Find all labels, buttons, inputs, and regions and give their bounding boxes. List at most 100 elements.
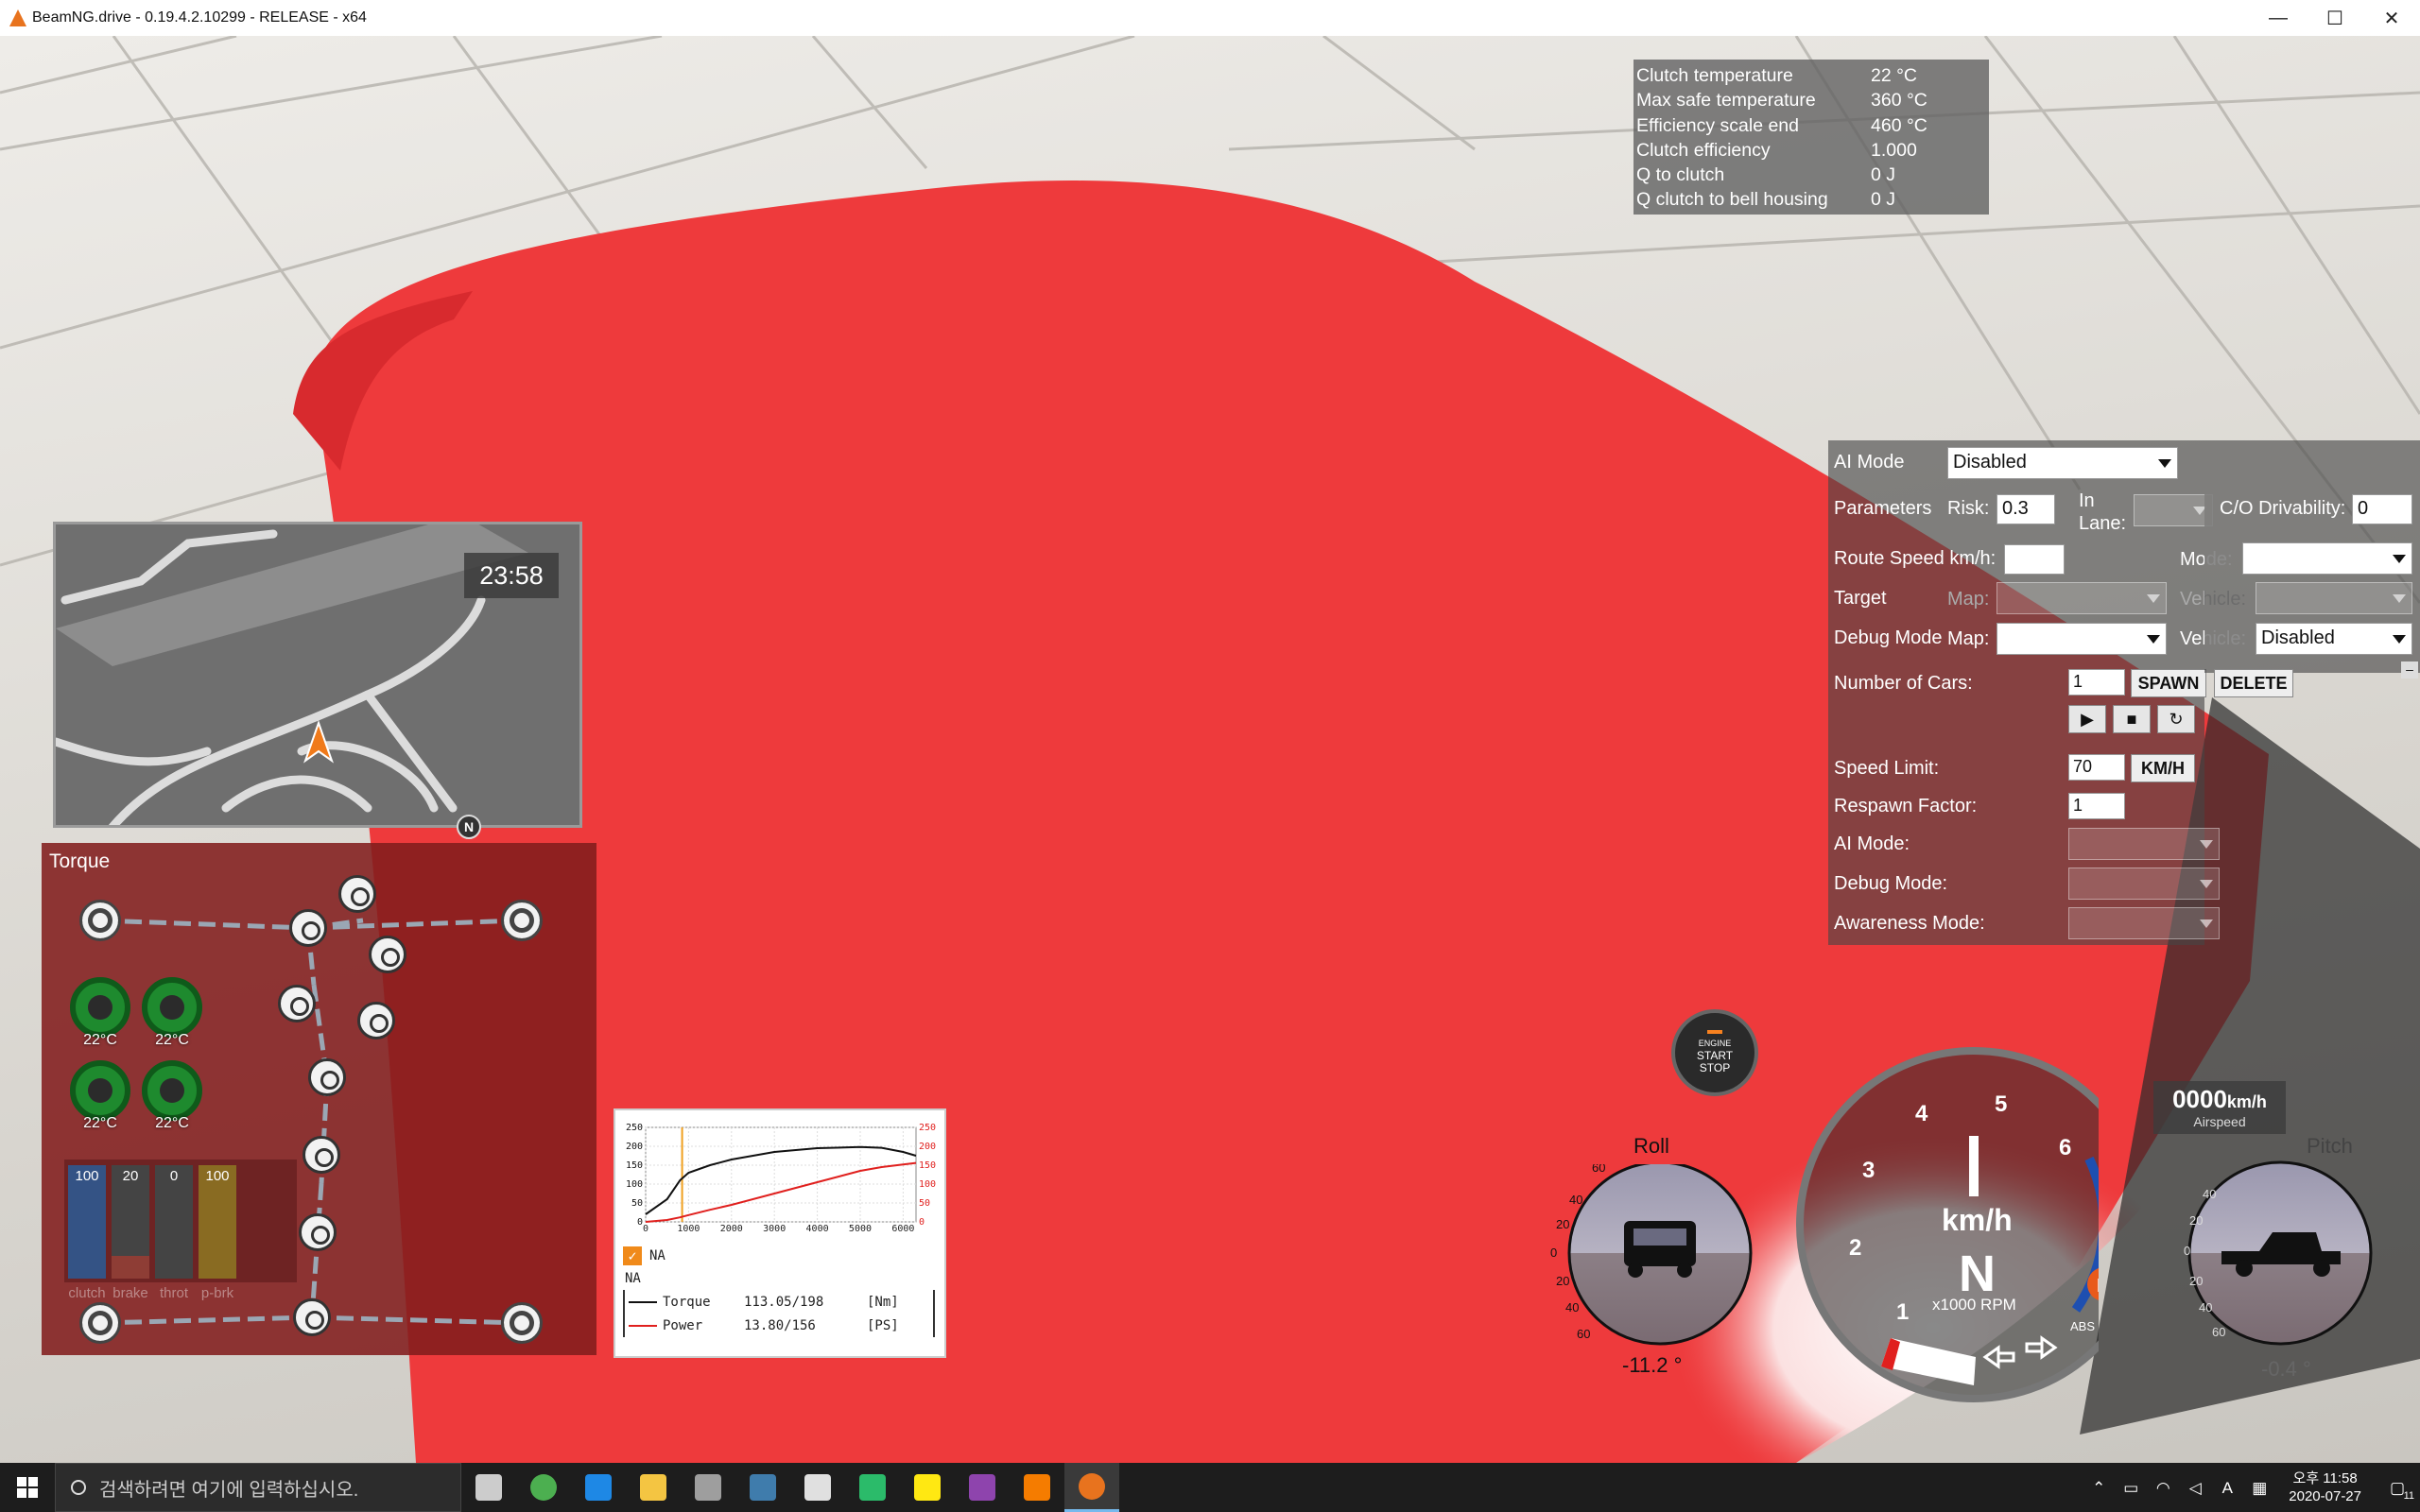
battery-icon[interactable]: ▭ [2120,1479,2141,1497]
risk-input[interactable]: 0.3 [1996,494,2055,524]
input-label: p-brk [200,1285,234,1301]
minimize-button[interactable]: — [2250,0,2307,36]
input-fill [112,1256,149,1279]
taskbar-app-python[interactable] [735,1463,790,1512]
legend-torque-label: Torque [663,1294,711,1310]
play-button[interactable]: ▶ [2068,705,2106,733]
maximize-button[interactable]: ☐ [2307,0,2363,36]
traffic-debug-mode-select[interactable] [2068,868,2220,900]
mode-select[interactable] [2242,542,2412,575]
taskbar-app-notepad[interactable] [790,1463,845,1512]
engine-start-stop-button[interactable]: ENGINE START STOP [1671,1009,1758,1096]
parameters-label: Parameters [1834,498,1932,519]
in-lane-select[interactable] [2134,494,2213,526]
co-drivability-input[interactable]: 0 [2352,494,2412,524]
legend-power-label: Power [663,1317,703,1333]
pitch-value: -0.4 ° [2261,1357,2311,1381]
roll-tick: 20 [1556,1274,1569,1288]
wifi-icon[interactable]: ◠ [2152,1479,2173,1497]
pitch-gauge: Pitch 40 20 0 20 40 60 -0.4 ° [2174,1134,2420,1389]
y-right-tick-label: 50 [919,1198,930,1209]
close-button[interactable]: ✕ [2363,0,2420,36]
rpm-tick: 4 [1915,1101,1928,1126]
debug-vehicle-select[interactable]: Disabled [2256,623,2412,655]
taskbar-search-placeholder: 검색하려면 여기에 입력하십시오. [99,1479,359,1501]
search-icon [71,1480,86,1495]
parking-brake-icon: P [2097,1276,2099,1297]
start-button[interactable] [0,1463,55,1512]
blender-icon [1024,1474,1050,1501]
rpm-tick: 3 [1862,1158,1875,1183]
clutch-row-value: 22 °C [1871,65,1917,86]
target-vehicle-select[interactable] [2256,582,2412,614]
taskbar-app-winrar[interactable] [955,1463,1010,1512]
minimap-time: 23:58 [464,553,559,598]
x-tick-label: 6000 [891,1224,914,1233]
pitch-tick: 20 [2189,1213,2203,1228]
speed-limit-input[interactable]: 70 [2068,754,2125,781]
ai-mode-select[interactable]: Disabled [1947,447,2178,479]
taskbar-search[interactable]: 검색하려면 여기에 입력하십시오. [55,1463,461,1512]
collapse-panel-button[interactable]: – [2401,662,2418,679]
input-value: 0 [169,1168,179,1184]
input-bar-throttle: 0 throt [155,1165,193,1301]
rpm-dial: 1 2 3 4 5 6 km/h N x1000 RPM P ABS [1796,1047,2152,1402]
taskbar-app-file-explorer[interactable] [626,1463,681,1512]
pitch-tick: 40 [2199,1300,2212,1314]
number-of-cars-input[interactable]: 1 [2068,669,2125,696]
target-map-select[interactable] [1996,582,2167,614]
brake-fl-icon [70,977,130,1038]
debug-map-select[interactable] [1996,623,2167,655]
roll-label: Roll [1634,1134,1669,1158]
minimap[interactable]: 23:58 [53,522,582,828]
volume-icon[interactable]: ◁ [2185,1479,2205,1497]
torque-panel: Torque 22°C 22°C 22°C 22°C 100 clutch 20 b… [42,843,596,1355]
torque-curve-graph: 0 1000 2000 3000 4000 5000 6000 250 250 200 200 150… [614,1108,946,1358]
taskbar-app-edge[interactable] [571,1463,626,1512]
brake-rl-icon [70,1060,130,1121]
respawn-factor-input[interactable]: 1 [2068,793,2125,819]
spawn-button[interactable]: SPAWN [2131,669,2206,697]
taskbar-clock[interactable]: 오후 11:58 2020-07-27 [2289,1469,2361,1505]
x-tick-label: 0 [643,1224,648,1233]
taskbar-app-drive[interactable] [681,1463,735,1512]
route-speed-input[interactable] [2004,544,2065,575]
notification-center-icon[interactable]: ▢ 11 [2380,1479,2414,1502]
rpm-tick: 6 [2059,1135,2071,1160]
taskbar-app-task-view[interactable] [461,1463,516,1512]
taskbar-app-blender[interactable] [1010,1463,1064,1512]
input-bars: 100 clutch 20 brake 0 throt 100 p-brk [64,1160,297,1301]
chevron-down-icon [2393,594,2406,603]
na-checkbox[interactable]: ✓ [623,1246,642,1265]
keyboard-icon[interactable]: ▦ [2249,1479,2270,1497]
awareness-mode-select[interactable] [2068,907,2220,939]
y-right-tick-label: 250 [919,1123,936,1133]
roll-value: -11.2 ° [1622,1353,1683,1377]
legend-power-unit: [PS] [867,1317,899,1333]
taskbar-app-kakaotalk[interactable] [900,1463,955,1512]
stop-button[interactable]: ■ [2113,705,2151,733]
taskbar-app-beamng[interactable] [1064,1463,1119,1512]
clutch-row-label: Clutch efficiency [1636,139,1771,161]
torque-converter-icon [278,985,316,1022]
clutch-row: Q to clutch 0 J [1636,163,1986,187]
speed-unit-button[interactable]: KM/H [2131,754,2195,782]
taskbar-app-chrome[interactable] [516,1463,571,1512]
route-speed-label: Route Speed km/h: [1834,548,1996,569]
taskbar-app-maps[interactable] [845,1463,900,1512]
traffic-ai-mode-select[interactable] [2068,828,2220,860]
roll-tick: 60 [1577,1327,1590,1341]
rear-differential-icon [293,1298,331,1336]
input-value: 20 [122,1168,139,1184]
ime-indicator[interactable]: A [2217,1479,2238,1497]
x-tick-label: 2000 [720,1224,743,1233]
compass-north-icon: N [457,815,481,839]
taskbar-time: 오후 11:58 [2292,1470,2358,1486]
window-titlebar: BeamNG.drive - 0.19.4.2.10299 - RELEASE … [0,0,2420,36]
legend-row-power: Power 13.80/156 [PS] [629,1314,933,1337]
reset-button[interactable]: ↻ [2157,705,2195,733]
tray-chevron-icon[interactable]: ⌃ [2088,1479,2109,1497]
pitch-tick: 0 [2184,1244,2190,1258]
wheel-fr-icon [501,900,543,941]
delete-button[interactable]: DELETE [2214,669,2293,697]
